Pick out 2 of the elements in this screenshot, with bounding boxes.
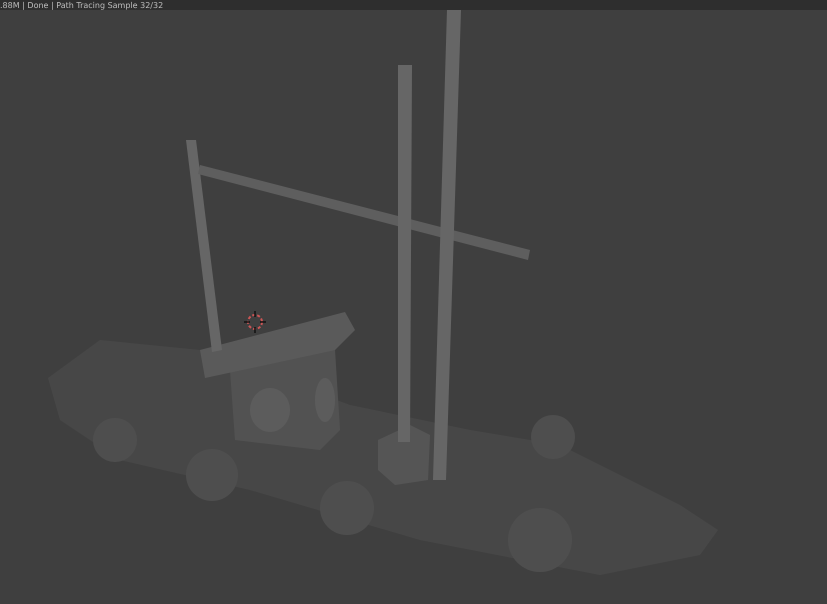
- crosshair-icon: [243, 310, 267, 334]
- render-status-text: .88M | Done | Path Tracing Sample 32/32: [0, 1, 164, 10]
